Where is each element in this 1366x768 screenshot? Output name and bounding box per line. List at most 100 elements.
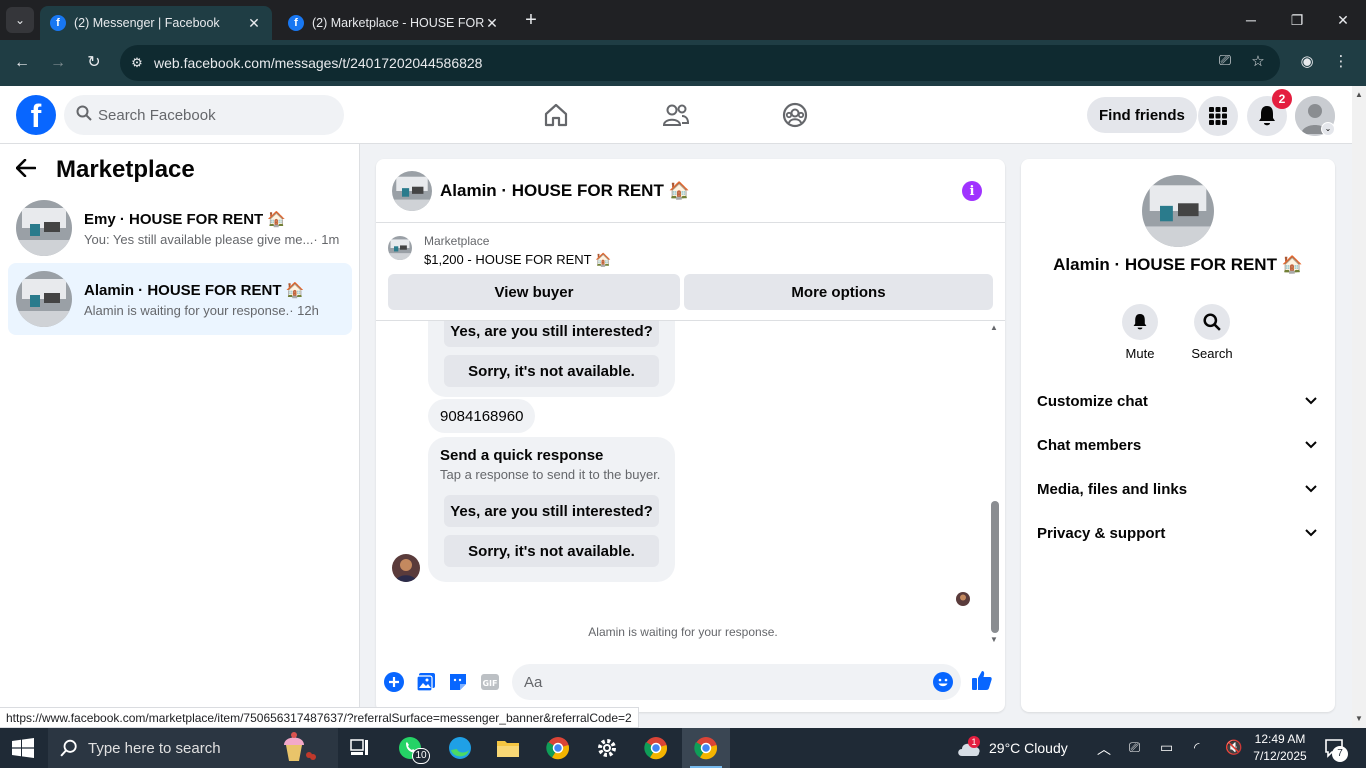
groups-icon[interactable]: [777, 98, 813, 132]
marketplace-sidebar: Marketplace Emy · HOUSE FOR RENT 🏠 You: …: [0, 144, 360, 728]
search-icon: [1194, 304, 1230, 340]
search-icon: [76, 105, 98, 125]
message-composer: GIF: [376, 659, 1005, 705]
close-window-icon[interactable]: ✕: [1320, 6, 1366, 34]
find-friends-button[interactable]: Find friends: [1087, 97, 1197, 133]
new-tab-plus-icon[interactable]: +: [520, 8, 542, 32]
battery-icon[interactable]: ▭: [1160, 739, 1173, 756]
speaker-muted-icon[interactable]: 🔇: [1225, 739, 1242, 756]
taskbar-search[interactable]: [48, 728, 338, 768]
clock-time[interactable]: 12:49 AM: [1252, 732, 1308, 746]
thumbs-up-like-icon[interactable]: [971, 669, 993, 691]
quick-reply-no-button[interactable]: Sorry, it's not available.: [444, 535, 659, 567]
network-icon[interactable]: ◜: [1194, 739, 1199, 756]
settings-gear-icon[interactable]: [583, 728, 631, 768]
listing-thumbnail[interactable]: [388, 236, 412, 260]
tab-messenger[interactable]: f (2) Messenger | Facebook ✕: [40, 6, 272, 40]
install-app-icon[interactable]: ⎚: [1214, 52, 1236, 69]
menu-grid-icon[interactable]: [1198, 96, 1238, 136]
conversation-time: · 1m: [313, 231, 340, 247]
listing-price-title[interactable]: $1,200 - HOUSE FOR RENT 🏠: [424, 252, 611, 268]
search-label: Search: [1191, 346, 1233, 361]
taskbar-search-input[interactable]: [88, 739, 268, 757]
browser-menu-icon[interactable]: ⋮: [1330, 52, 1352, 70]
bookmark-star-icon[interactable]: ☆: [1247, 52, 1269, 70]
scroll-down-icon[interactable]: ▼: [990, 635, 998, 644]
quick-reply-yes-button[interactable]: Yes, are you still interested?: [444, 495, 659, 527]
home-icon[interactable]: [538, 98, 574, 132]
svg-text:GIF: GIF: [482, 679, 497, 688]
details-avatar[interactable]: [1142, 175, 1214, 247]
scroll-thumb[interactable]: [991, 501, 999, 633]
photo-icon[interactable]: [415, 671, 437, 693]
sidebar-title: Marketplace: [56, 156, 195, 183]
search-input[interactable]: [98, 106, 328, 124]
clock-date[interactable]: 7/12/2025: [1252, 749, 1308, 763]
page-scrollbar[interactable]: ▲ ▼: [1352, 86, 1366, 728]
friends-icon[interactable]: [658, 98, 694, 132]
account-chevron-icon[interactable]: ⌄: [1321, 122, 1335, 136]
chrome-active-window-icon[interactable]: [682, 728, 730, 768]
facebook-search[interactable]: [64, 95, 344, 135]
search-in-chat-button[interactable]: Search: [1182, 304, 1242, 361]
conversation-item-alamin[interactable]: Alamin · HOUSE FOR RENT 🏠 Alamin is wait…: [8, 263, 352, 335]
chat-members-section[interactable]: Chat members: [1029, 425, 1327, 465]
message-input[interactable]: [524, 673, 904, 691]
task-view-icon[interactable]: [336, 728, 384, 768]
profile-icon[interactable]: ◉: [1296, 52, 1318, 70]
tab-title: (2) Marketplace - HOUSE FOR R: [312, 16, 484, 30]
edge-taskbar-icon[interactable]: [436, 728, 484, 768]
sticker-icon[interactable]: [447, 671, 469, 693]
quick-reply-no-button[interactable]: Sorry, it's not available.: [444, 355, 659, 387]
conversation-item-emy[interactable]: Emy · HOUSE FOR RENT 🏠 You: Yes still av…: [8, 192, 352, 264]
chat-header: Alamin · HOUSE FOR RENT 🏠: [376, 159, 1005, 223]
show-hidden-icons-chevron-icon[interactable]: ︿: [1097, 739, 1111, 759]
customize-chat-section[interactable]: Customize chat: [1029, 381, 1327, 421]
quick-reply-yes-button[interactable]: Yes, are you still interested?: [444, 321, 659, 347]
minimize-icon[interactable]: ─: [1228, 6, 1274, 34]
close-tab-icon[interactable]: ✕: [484, 15, 500, 32]
more-options-button[interactable]: More options: [684, 274, 993, 310]
view-buyer-button[interactable]: View buyer: [388, 274, 680, 310]
chevron-down-icon: [1303, 481, 1319, 497]
whatsapp-taskbar-icon[interactable]: 10: [386, 728, 434, 768]
reload-icon[interactable]: ↻: [81, 50, 107, 76]
tab-search-chevron-icon[interactable]: ⌄: [6, 7, 34, 33]
section-label: Privacy & support: [1037, 524, 1166, 542]
chat-avatar[interactable]: [392, 170, 432, 211]
back-arrow-icon[interactable]: ←: [9, 50, 35, 76]
close-tab-icon[interactable]: ✕: [246, 15, 262, 32]
message-list: Yes, are you still interested? Sorry, it…: [376, 321, 1005, 651]
sender-avatar[interactable]: [392, 554, 420, 582]
chat-scrollbar[interactable]: ▲ ▼: [990, 321, 1000, 651]
facebook-favicon-icon: f: [50, 15, 66, 31]
plus-circle-icon[interactable]: [383, 671, 405, 693]
file-explorer-icon[interactable]: [484, 728, 532, 768]
mute-button[interactable]: Mute: [1110, 304, 1170, 361]
emoji-icon[interactable]: [932, 671, 954, 693]
gif-icon[interactable]: GIF: [479, 671, 501, 693]
forward-arrow-icon[interactable]: →: [45, 50, 71, 76]
facebook-favicon-icon: f: [288, 15, 304, 31]
scroll-down-icon[interactable]: ▼: [1355, 714, 1363, 723]
usb-device-icon[interactable]: ⎚: [1129, 739, 1140, 756]
tab-marketplace[interactable]: f (2) Marketplace - HOUSE FOR R ✕: [278, 6, 510, 40]
restore-icon[interactable]: ❐: [1274, 6, 1320, 34]
windows-start-icon[interactable]: [12, 738, 34, 758]
info-icon[interactable]: i: [962, 181, 982, 201]
weather-text[interactable]: 29°C Cloudy: [989, 740, 1068, 756]
chat-title[interactable]: Alamin · HOUSE FOR RENT 🏠: [440, 181, 690, 201]
site-settings-icon[interactable]: ⚙: [120, 55, 154, 71]
facebook-logo-icon[interactable]: f: [16, 95, 56, 135]
address-bar[interactable]: ⚙ web.facebook.com/messages/t/2401720204…: [120, 45, 1280, 81]
media-files-links-section[interactable]: Media, files and links: [1029, 469, 1327, 509]
privacy-support-section[interactable]: Privacy & support: [1029, 513, 1327, 553]
message-input-box[interactable]: [512, 664, 961, 700]
chrome-taskbar-icon[interactable]: [534, 728, 582, 768]
back-arrow-icon[interactable]: [15, 156, 48, 184]
scroll-up-icon[interactable]: ▲: [990, 323, 998, 332]
scroll-up-icon[interactable]: ▲: [1355, 90, 1363, 99]
weather-alert-badge: 1: [968, 736, 980, 748]
chrome-profile-icon[interactable]: [632, 728, 680, 768]
bell-icon: [1122, 304, 1158, 340]
